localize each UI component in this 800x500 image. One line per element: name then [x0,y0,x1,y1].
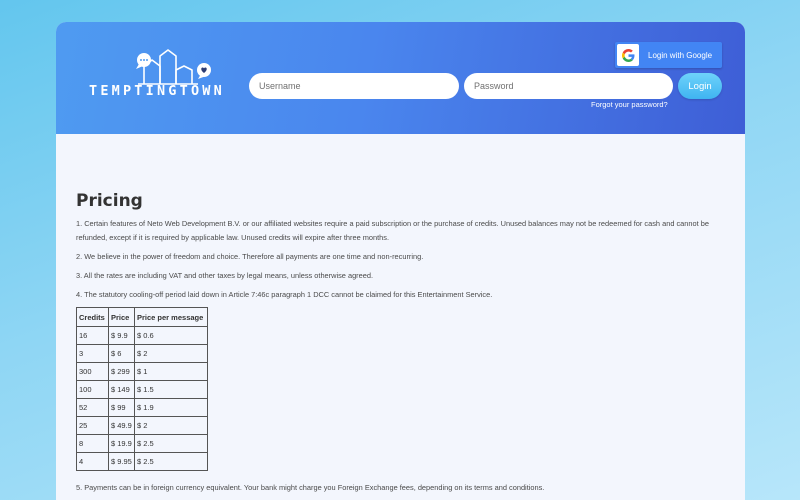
pricing-table: Credits Price Price per message 16 $ 9.9… [76,307,208,471]
pricing-content: Pricing 1. Certain features of Neto Web … [76,190,726,500]
cell-price-per-message: $ 2 [134,416,208,435]
table-row: 25 $ 49.9 $ 2 [76,416,208,435]
cell-credits: 4 [76,452,109,471]
cell-credits: 3 [76,344,109,363]
pricing-paragraph-2: 2. We believe in the power of freedom an… [76,252,424,261]
cell-credits: 300 [76,362,109,381]
cell-price: $ 9.95 [108,452,135,471]
table-row: 4 $ 9.95 $ 2.5 [76,452,208,471]
table-row: 52 $ 99 $ 1.9 [76,398,208,417]
cell-price: $ 149 [108,380,135,399]
table-row: 100 $ 149 $ 1.5 [76,380,208,399]
cell-price: $ 99 [108,398,135,417]
cell-price-per-message: $ 2.5 [134,434,208,453]
table-header-row: Credits Price Price per message [76,307,208,327]
google-g-icon [617,44,639,66]
pricing-paragraph-4: 4. The statutory cooling-off period laid… [76,290,493,299]
header-price: Price [108,307,135,327]
cell-price-per-message: $ 1.9 [134,398,208,417]
cell-price: $ 6 [108,344,135,363]
google-login-label: Login with Google [648,50,713,60]
google-login-button[interactable]: Login with Google [615,42,722,68]
password-input[interactable] [464,73,673,99]
cell-credits: 16 [76,326,109,345]
cell-credits: 100 [76,380,109,399]
cell-price: $ 9.9 [108,326,135,345]
username-input[interactable] [249,73,459,99]
header-price-per-message: Price per message [134,307,208,327]
brand-logo-text[interactable]: TEMPTINGTOWN [89,83,225,99]
cell-price-per-message: $ 2 [134,344,208,363]
table-row: 300 $ 299 $ 1 [76,362,208,381]
forgot-password-link[interactable]: Forgot your password? [591,100,668,109]
table-row: 3 $ 6 $ 2 [76,344,208,363]
table-row: 8 $ 19.9 $ 2.5 [76,434,208,453]
cell-price: $ 49.9 [108,416,135,435]
cell-credits: 8 [76,434,109,453]
pricing-paragraph-5: 5. Payments can be in foreign currency e… [76,483,545,492]
header-credits: Credits [76,307,109,327]
cell-price-per-message: $ 1 [134,362,208,381]
login-button[interactable]: Login [678,73,722,99]
heart-bubble-icon [197,63,211,79]
cell-price: $ 299 [108,362,135,381]
cell-credits: 25 [76,416,109,435]
cell-price-per-message: $ 0.6 [134,326,208,345]
page-title: Pricing [76,191,143,211]
main-card: TEMPTINGTOWN Login with Google Login For… [56,22,745,500]
site-header: TEMPTINGTOWN Login with Google Login For… [56,22,745,134]
pricing-paragraph-1: 1. Certain features of Neto Web Developm… [76,219,709,242]
pricing-paragraph-3: 3. All the rates are including VAT and o… [76,271,374,280]
cell-credits: 52 [76,398,109,417]
cell-price-per-message: $ 2.5 [134,452,208,471]
cell-price: $ 19.9 [108,434,135,453]
cell-price-per-message: $ 1.5 [134,380,208,399]
table-row: 16 $ 9.9 $ 0.6 [76,326,208,345]
chat-bubble-icon [136,53,151,69]
